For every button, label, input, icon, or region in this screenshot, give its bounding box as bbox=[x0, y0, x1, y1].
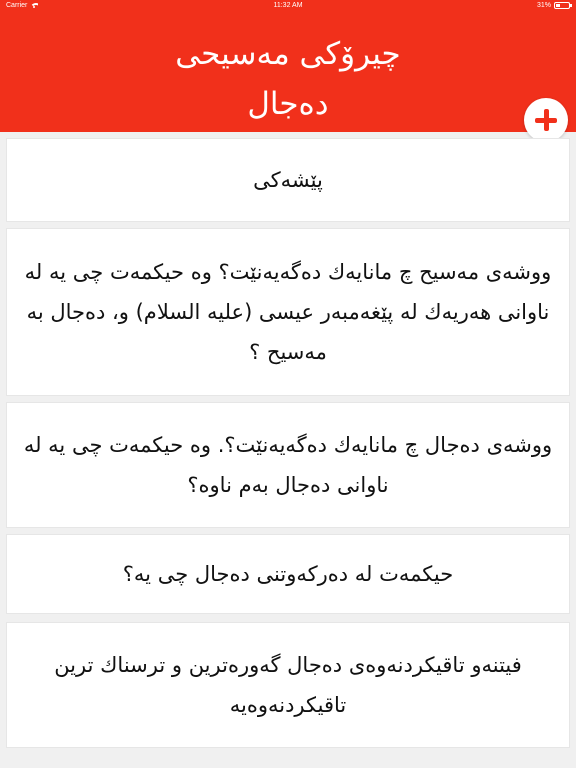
page-title: چیرۆکی مەسیحی bbox=[175, 36, 401, 72]
status-bar: Carrier 11:32 AM 31% bbox=[0, 0, 576, 12]
list-item[interactable]: ووشەی مەسیح چ مانایەك دەگەیەنێت؟ وە حیکم… bbox=[6, 228, 570, 396]
battery-icon bbox=[554, 2, 572, 9]
list-item[interactable]: پێشەکی bbox=[6, 138, 570, 222]
page-subtitle: دەجال bbox=[247, 86, 329, 122]
list-item-label: ووشەی مەسیح چ مانایەك دەگەیەنێت؟ وە حیکم… bbox=[24, 260, 552, 364]
app-header: چیرۆکی مەسیحی دەجال bbox=[0, 12, 576, 142]
list-item[interactable]: فیتنەو تاقیکردنەوەی دەجال گەورەترین و تر… bbox=[6, 622, 570, 748]
list-item-label: ووشەی دەجال چ مانایەك دەگەیەنێت؟. وە حیک… bbox=[23, 433, 553, 497]
list-item[interactable]: حیکمەت لە دەرکەوتنی دەجال چی یە؟ bbox=[6, 534, 570, 614]
status-right: 31% bbox=[536, 2, 572, 9]
list-item-label: پێشەکی bbox=[253, 168, 323, 192]
status-time: 11:32 AM bbox=[273, 2, 303, 9]
list-item-label: حیکمەت لە دەرکەوتنی دەجال چی یە؟ bbox=[122, 562, 454, 586]
add-button[interactable] bbox=[524, 98, 568, 142]
list-item-label: فیتنەو تاقیکردنەوەی دەجال گەورەترین و تر… bbox=[54, 653, 522, 717]
list-item[interactable]: ووشەی دەجال چ مانایەك دەگەیەنێت؟. وە حیک… bbox=[6, 402, 570, 528]
battery-percent: 31% bbox=[536, 2, 551, 9]
plus-icon bbox=[535, 109, 557, 131]
